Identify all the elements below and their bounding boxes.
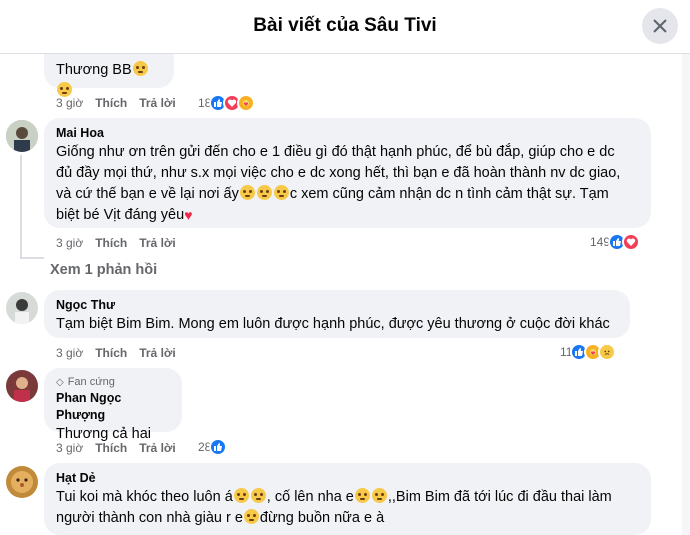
like-reaction-icon: [209, 438, 228, 456]
close-button[interactable]: [642, 8, 678, 44]
pleading-face-icon: [233, 488, 249, 503]
fan-badge: Fan cứng: [67, 376, 115, 388]
reply-button[interactable]: Trả lời: [139, 236, 176, 250]
pleading-face-icon: [250, 488, 266, 503]
dialog-title: Bài viết của Sâu Tivi: [253, 15, 437, 36]
dialog-header: Bài viết của Sâu Tivi: [0, 0, 690, 54]
reaction-summary[interactable]: 149: [590, 233, 641, 251]
reaction-count: 149: [590, 235, 611, 249]
comment-author[interactable]: Ngọc Thư: [56, 297, 618, 314]
comment-text: Tạm biệt Bim Bim. Mong em luôn được hạnh…: [56, 316, 610, 332]
thread-line: [20, 155, 22, 259]
reaction-summary[interactable]: 11: [560, 343, 617, 361]
like-button[interactable]: Thích: [95, 441, 127, 455]
comment-author[interactable]: Mai Hoa: [56, 125, 639, 142]
like-button[interactable]: Thích: [95, 236, 127, 250]
avatar[interactable]: [6, 466, 38, 498]
view-replies-link[interactable]: Xem 1 phản hồi: [50, 262, 157, 278]
comment-text: Thương BB: [56, 62, 132, 78]
comment-time[interactable]: 3 giờ: [56, 346, 83, 360]
sad-face-icon: [256, 185, 272, 200]
care-reaction-icon: [237, 94, 256, 112]
comment-actions: 3 giờ Thích Trả lời: [56, 441, 176, 455]
comment-line: đủ đầy mọi thứ, như s.x mọi việc cho e d…: [56, 165, 621, 181]
sad-face-icon: [239, 185, 255, 200]
close-icon: [653, 19, 667, 33]
pleading-face-icon: [243, 509, 259, 524]
comment-bubble: Ngọc Thư Tạm biệt Bim Bim. Mong em luôn …: [44, 290, 630, 338]
comment-actions: 3 giờ Thích Trả lời: [56, 236, 176, 250]
comment-line: c xem cũng cảm nhận dc n tình cảm thật s…: [289, 186, 609, 202]
sad-face-icon: [273, 185, 289, 200]
sad-reaction-icon: [598, 343, 617, 361]
diamond-icon: ◇: [56, 377, 64, 388]
comment-time[interactable]: 3 giờ: [56, 441, 83, 455]
comment-line: và cứ thế bạn e về lại nơi ấy: [56, 186, 239, 202]
comment-time[interactable]: 3 giờ: [56, 96, 83, 110]
like-button[interactable]: Thích: [95, 96, 127, 110]
reply-button[interactable]: Trả lời: [139, 96, 176, 110]
heart-icon: ♥: [184, 207, 193, 223]
love-reaction-icon: [622, 233, 641, 251]
comment-actions: 3 giờ Thích Trả lời: [56, 96, 176, 110]
comment-author[interactable]: Phan Ngọc Phượng: [56, 390, 170, 424]
reaction-summary[interactable]: 28: [198, 438, 228, 456]
comment-line: Giống như ơn trên gửi đến cho e 1 điều g…: [56, 144, 615, 160]
thread-line: [20, 257, 44, 259]
comment-line: , cố lên nha e: [266, 489, 354, 505]
pleading-face-icon: [354, 488, 370, 503]
comment-bubble: Mai Hoa Giống như ơn trên gửi đến cho e …: [44, 118, 651, 228]
comment-line: người thành con nhà giàu r e: [56, 510, 243, 526]
reply-button[interactable]: Trả lời: [139, 441, 176, 455]
comment-time[interactable]: 3 giờ: [56, 236, 83, 250]
like-button[interactable]: Thích: [95, 346, 127, 360]
reply-button[interactable]: Trả lời: [139, 346, 176, 360]
scrollbar[interactable]: [682, 54, 690, 535]
crying-face-icon: [57, 82, 72, 97]
comment-bubble: Hạt Dẻ Tui koi mà khóc theo luôn á , cố l…: [44, 463, 651, 535]
pleading-face-icon: [371, 488, 387, 503]
comment-bubble: ◇ Fan cứng Phan Ngọc Phượng Thương cả hai: [44, 368, 182, 442]
comment-line: biệt bé Vịt đáng yêu: [56, 207, 185, 223]
reaction-summary[interactable]: 18: [198, 94, 256, 112]
comment-line: Tui koi mà khóc theo luôn á: [56, 489, 233, 505]
comment-actions: 3 giờ Thích Trả lời: [56, 346, 176, 360]
avatar[interactable]: [6, 120, 38, 152]
pleading-face-icon: [132, 61, 148, 76]
avatar[interactable]: [6, 370, 38, 402]
comment-author[interactable]: Hạt Dẻ: [56, 470, 639, 487]
avatar[interactable]: [6, 292, 38, 324]
comment-line: ,,Bim Bim đã tới lúc đi đầu thai làm: [387, 489, 612, 505]
comment-line: đừng buồn nữa e à: [259, 510, 385, 526]
